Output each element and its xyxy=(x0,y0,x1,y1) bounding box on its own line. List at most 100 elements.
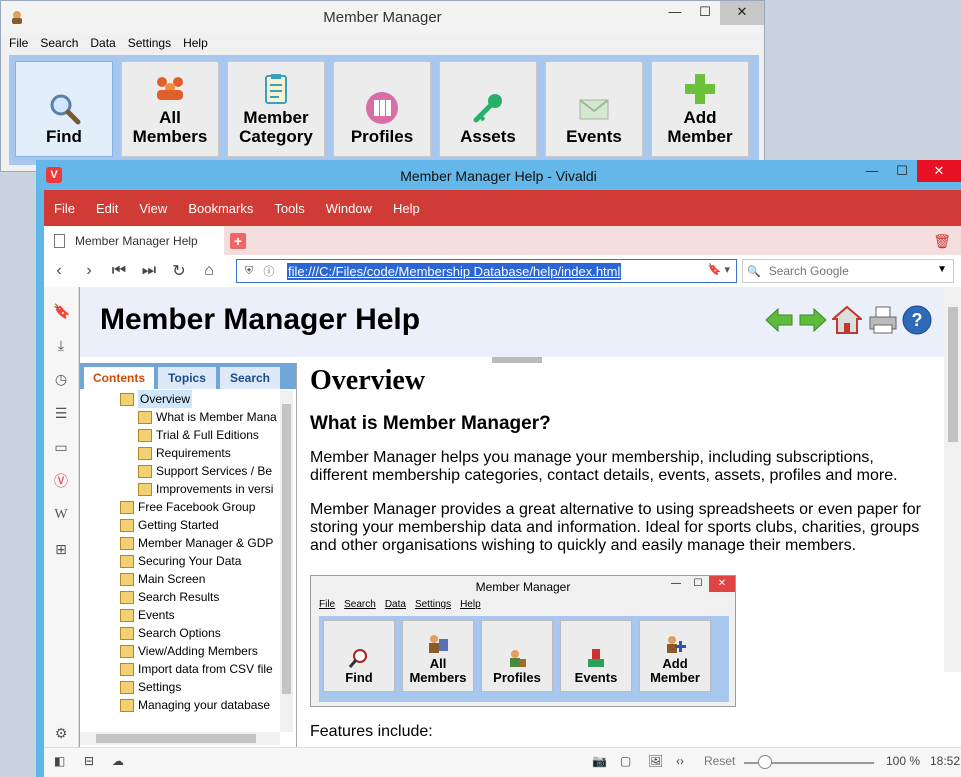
tab-contents[interactable]: Contents xyxy=(84,367,154,389)
add-member-button[interactable]: Add Member xyxy=(651,61,749,157)
menu-view[interactable]: View xyxy=(139,201,167,216)
zoom-slider-handle[interactable] xyxy=(758,755,772,769)
tree-item[interactable]: Search Results xyxy=(120,588,219,606)
content-vertical-scrollbar[interactable] xyxy=(944,287,961,672)
browser-minimize-button[interactable]: — xyxy=(857,160,887,182)
download-icon[interactable]: ⤓ xyxy=(53,337,69,353)
tree-item[interactable]: Support Services / Be xyxy=(138,462,272,480)
tab-tiling-icon[interactable]: ⊟ xyxy=(84,754,94,768)
tab-member-manager-help[interactable]: Member Manager Help xyxy=(44,226,224,255)
tree-item[interactable]: Free Facebook Group xyxy=(120,498,255,516)
assets-button[interactable]: Assets xyxy=(439,61,537,157)
history-clock-icon[interactable]: ◷ xyxy=(53,371,69,387)
tree-item[interactable]: Improvements in versi xyxy=(138,480,273,498)
panel-toggle-icon[interactable]: ◧ xyxy=(54,754,65,768)
back-green-arrow-icon[interactable] xyxy=(764,305,794,335)
info-icon[interactable]: ⓘ xyxy=(261,263,277,279)
window-panel-icon[interactable]: ▭ xyxy=(53,439,69,455)
gear-icon[interactable]: ⚙ xyxy=(53,725,69,741)
notes-icon[interactable]: ☰ xyxy=(53,405,69,421)
book-icon xyxy=(120,536,134,550)
reload-icon[interactable]: ↻ xyxy=(164,261,194,281)
tab-topics[interactable]: Topics xyxy=(158,367,216,389)
menu-file[interactable]: File xyxy=(54,201,75,216)
chevron-down-icon[interactable]: ▼ xyxy=(937,264,947,275)
tree-item[interactable]: Search Options xyxy=(120,624,221,642)
rewind-icon[interactable]: ⏮ xyxy=(104,262,134,280)
help-tabs: Contents Topics Search xyxy=(80,363,296,389)
minimize-button[interactable]: — xyxy=(660,1,690,25)
close-button[interactable]: ✕ xyxy=(720,1,764,25)
alternative-paragraph: Member Manager provides a great alternat… xyxy=(310,501,922,554)
back-arrow-icon[interactable]: ‹ xyxy=(44,262,74,280)
home-icon[interactable]: ⌂ xyxy=(194,262,224,280)
help-question-icon[interactable]: ? xyxy=(902,305,932,335)
url-field[interactable]: ⛨ ⓘ file:///C:/Files/code/Membership Dat… xyxy=(236,259,737,283)
browser-maximize-button[interactable]: ☐ xyxy=(887,160,917,182)
menu-window[interactable]: Window xyxy=(326,201,372,216)
search-input[interactable] xyxy=(766,263,931,279)
member-category-button[interactable]: Member Category xyxy=(227,61,325,157)
magnifier-icon xyxy=(348,649,367,668)
home-icon[interactable] xyxy=(832,305,862,335)
tree-item[interactable]: Trial & Full Editions xyxy=(138,426,259,444)
wikipedia-icon[interactable]: W xyxy=(53,507,69,523)
maximize-button[interactable]: ☐ xyxy=(690,1,720,25)
tree-item-label: Overview xyxy=(138,390,193,408)
tree-item[interactable]: Member Manager & GDP xyxy=(120,534,273,552)
tree-item[interactable]: Getting Started xyxy=(120,516,219,534)
page-actions-icon[interactable]: ▢ xyxy=(620,754,631,768)
add-panel-icon[interactable]: ⊞ xyxy=(53,541,69,557)
tree-item[interactable]: Overview xyxy=(120,390,193,408)
url-text[interactable]: file:///C:/Files/code/Membership Databas… xyxy=(287,262,622,280)
tree-item[interactable]: Requirements xyxy=(138,444,231,462)
tree-item[interactable]: Main Screen xyxy=(120,570,205,588)
images-icon[interactable]: 🖼 xyxy=(648,754,663,768)
tree-item[interactable]: View/Adding Members xyxy=(120,642,258,660)
menu-help[interactable]: Help xyxy=(183,33,208,53)
find-button[interactable]: Find xyxy=(15,61,113,157)
fast-forward-icon[interactable]: ⏭ xyxy=(134,262,164,280)
menu-settings[interactable]: Settings xyxy=(128,33,171,53)
menu-data[interactable]: Data xyxy=(90,33,115,53)
all-members-button[interactable]: All Members xyxy=(121,61,219,157)
menu-file[interactable]: File xyxy=(9,33,28,53)
search-field[interactable]: 🔍 ▼ xyxy=(742,259,954,283)
events-button[interactable]: Events xyxy=(545,61,643,157)
tree-item[interactable]: Import data from CSV file xyxy=(120,660,273,678)
mini-menu-bar: File Search Data Settings Help xyxy=(319,599,490,610)
forward-green-arrow-icon[interactable] xyxy=(798,305,828,335)
vivaldi-icon[interactable]: Ⓥ xyxy=(53,473,69,489)
camera-icon[interactable]: 📷 xyxy=(592,754,607,768)
menu-edit[interactable]: Edit xyxy=(96,201,118,216)
forward-arrow-icon[interactable]: › xyxy=(74,262,104,280)
tree-item[interactable]: Events xyxy=(120,606,175,624)
zoom-reset-button[interactable]: Reset xyxy=(704,754,735,768)
tab-label: Member Manager Help xyxy=(75,233,198,248)
tree-item[interactable]: Securing Your Data xyxy=(120,552,241,570)
profiles-button[interactable]: Profiles xyxy=(333,61,431,157)
menu-bookmarks[interactable]: Bookmarks xyxy=(188,201,253,216)
bookmark-dropdown-icon[interactable]: 🔖 ▾ xyxy=(708,263,730,276)
tree-horizontal-scrollbar[interactable] xyxy=(80,732,280,745)
menu-tools[interactable]: Tools xyxy=(274,201,304,216)
book-icon xyxy=(120,680,134,694)
tree-item[interactable]: Settings xyxy=(120,678,181,696)
tree-item[interactable]: What is Member Mana xyxy=(138,408,277,426)
tree-item-label: What is Member Mana xyxy=(156,410,277,424)
shield-icon[interactable]: ⛨ xyxy=(241,265,257,278)
menu-search[interactable]: Search xyxy=(40,33,78,53)
plus-icon xyxy=(685,74,715,104)
bookmark-icon[interactable]: 🔖 xyxy=(53,303,70,319)
browser-window-controls: — ☐ ✕ xyxy=(857,160,961,182)
tab-search[interactable]: Search xyxy=(220,367,280,389)
trash-icon[interactable]: 🗑 xyxy=(933,233,951,250)
tree-item[interactable]: Managing your database xyxy=(120,696,270,714)
code-icon[interactable]: ‹› xyxy=(676,754,684,768)
printer-icon[interactable] xyxy=(868,305,898,335)
new-tab-plus-icon[interactable]: + xyxy=(230,233,246,249)
tree-vertical-scrollbar[interactable] xyxy=(280,390,293,732)
browser-close-button[interactable]: ✕ xyxy=(917,160,961,182)
menu-help[interactable]: Help xyxy=(393,201,420,216)
cloud-sync-icon[interactable]: ☁ xyxy=(112,754,124,768)
